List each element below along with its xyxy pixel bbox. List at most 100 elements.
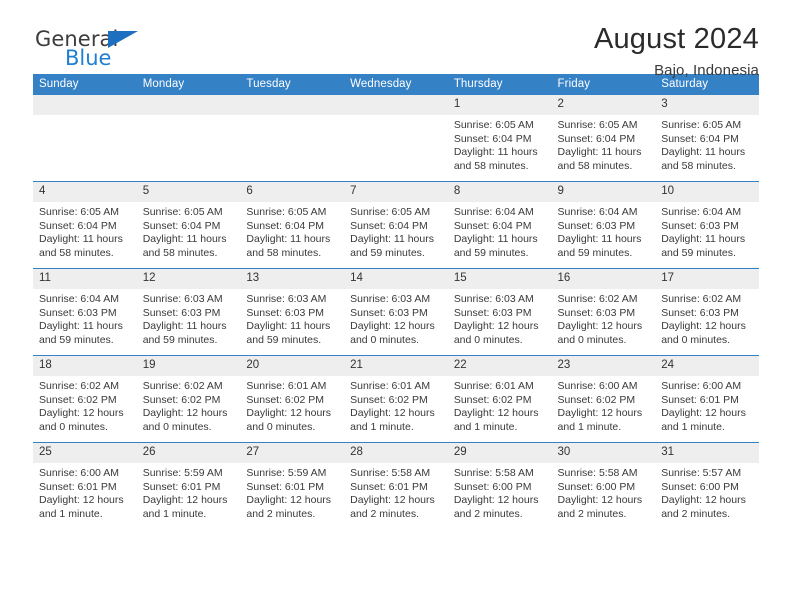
day-number bbox=[240, 95, 345, 115]
general-blue-logo[interactable]: General Blue bbox=[35, 28, 175, 74]
calendar-day-cell[interactable]: 9 Sunrise: 6:04 AM Sunset: 6:03 PM Daylight… bbox=[551, 181, 656, 269]
sunrise-text: Sunrise: 6:02 AM bbox=[142, 380, 223, 392]
day-number: 12 bbox=[136, 269, 241, 289]
day-details: Sunrise: 6:00 AM Sunset: 6:01 PM Daylight:… bbox=[33, 463, 137, 521]
sunset-text: Sunset: 6:00 PM bbox=[661, 480, 739, 493]
sunset-text: Sunset: 6:03 PM bbox=[557, 219, 636, 232]
day-number bbox=[33, 95, 137, 115]
sunrise-text: Sunrise: 5:57 AM bbox=[661, 467, 742, 479]
title-block: August 2024 Bajo, Indonesia bbox=[594, 22, 759, 81]
calendar-day-cell[interactable]: 30 Sunrise: 5:58 AM Sunset: 6:00 PM Dayligh… bbox=[551, 442, 656, 529]
day-details: Sunrise: 6:04 AM Sunset: 6:03 PM Daylight:… bbox=[655, 202, 759, 260]
sunset-text: Sunset: 6:02 PM bbox=[246, 393, 325, 406]
day-number: 15 bbox=[447, 269, 552, 289]
calendar-day-cell[interactable]: 16 Sunrise: 6:02 AM Sunset: 6:03 PM Dayligh… bbox=[551, 268, 656, 356]
daylight-text: Daylight: 12 hours and 0 minutes. bbox=[350, 320, 435, 346]
calendar-day-cell[interactable]: 14 Sunrise: 6:03 AM Sunset: 6:03 PM Dayligh… bbox=[344, 268, 448, 356]
calendar-day-cell[interactable]: 4 Sunrise: 6:05 AM Sunset: 6:04 PM Daylight… bbox=[33, 181, 137, 269]
sunset-text: Sunset: 6:03 PM bbox=[661, 219, 739, 232]
calendar-day-cell[interactable]: 15 Sunrise: 6:03 AM Sunset: 6:03 PM Dayligh… bbox=[447, 268, 552, 356]
calendar-day-cell[interactable]: 27 Sunrise: 5:59 AM Sunset: 6:01 PM Dayligh… bbox=[240, 442, 345, 529]
day-number bbox=[136, 95, 241, 115]
sunrise-text: Sunrise: 6:05 AM bbox=[39, 206, 119, 218]
calendar-day-cell[interactable]: 18 Sunrise: 6:02 AM Sunset: 6:02 PM Dayligh… bbox=[33, 355, 137, 443]
sunset-text: Sunset: 6:03 PM bbox=[453, 306, 532, 319]
sunset-text: Sunset: 6:02 PM bbox=[350, 393, 428, 406]
daylight-text: Daylight: 12 hours and 1 minute. bbox=[142, 494, 228, 520]
sunrise-text: Sunrise: 5:58 AM bbox=[557, 467, 638, 479]
calendar-day-cell[interactable]: 7 Sunrise: 6:05 AM Sunset: 6:04 PM Daylight… bbox=[344, 181, 448, 269]
calendar-day-cell[interactable]: 3 Sunrise: 6:05 AM Sunset: 6:04 PM Daylight… bbox=[655, 95, 759, 182]
calendar-day-cell[interactable]: 23 Sunrise: 6:00 AM Sunset: 6:02 PM Dayligh… bbox=[551, 355, 656, 443]
sunset-text: Sunset: 6:04 PM bbox=[350, 219, 428, 232]
calendar-day-cell[interactable]: 25 Sunrise: 6:00 AM Sunset: 6:01 PM Dayligh… bbox=[33, 442, 137, 529]
sunset-text: Sunset: 6:02 PM bbox=[39, 393, 117, 406]
day-details: Sunrise: 5:58 AM Sunset: 6:00 PM Daylight:… bbox=[448, 463, 552, 521]
day-details: Sunrise: 5:59 AM Sunset: 6:01 PM Daylight:… bbox=[137, 463, 241, 521]
day-number: 29 bbox=[447, 443, 552, 463]
daylight-text: Daylight: 12 hours and 0 minutes. bbox=[557, 320, 643, 346]
sunrise-text: Sunrise: 6:01 AM bbox=[453, 380, 534, 392]
sunset-text: Sunset: 6:00 PM bbox=[557, 480, 636, 493]
sunrise-text: Sunrise: 6:00 AM bbox=[661, 380, 742, 392]
calendar-day-cell[interactable]: 13 Sunrise: 6:03 AM Sunset: 6:03 PM Dayligh… bbox=[240, 268, 345, 356]
day-details: Sunrise: 6:01 AM Sunset: 6:02 PM Daylight:… bbox=[448, 376, 552, 434]
daylight-text: Daylight: 12 hours and 2 minutes. bbox=[246, 494, 332, 520]
calendar-week-row: 1 Sunrise: 6:05 AM Sunset: 6:04 PM Daylight… bbox=[33, 95, 759, 182]
daylight-text: Daylight: 12 hours and 0 minutes. bbox=[453, 320, 539, 346]
daylight-text: Daylight: 12 hours and 0 minutes. bbox=[142, 407, 228, 433]
sunrise-text: Sunrise: 6:04 AM bbox=[557, 206, 638, 218]
daylight-text: Daylight: 11 hours and 59 minutes. bbox=[557, 233, 642, 259]
day-details bbox=[344, 115, 448, 119]
calendar-day-cell[interactable]: 24 Sunrise: 6:00 AM Sunset: 6:01 PM Dayligh… bbox=[655, 355, 759, 443]
calendar-day-cell[interactable]: 6 Sunrise: 6:05 AM Sunset: 6:04 PM Daylight… bbox=[240, 181, 345, 269]
daylight-text: Daylight: 12 hours and 2 minutes. bbox=[350, 494, 435, 520]
calendar-day-cell[interactable]: 31 Sunrise: 5:57 AM Sunset: 6:00 PM Dayligh… bbox=[655, 442, 759, 529]
sunrise-text: Sunrise: 5:59 AM bbox=[246, 467, 327, 479]
calendar-page: General Blue August 2024 Bajo, Indonesia… bbox=[0, 0, 792, 612]
calendar-week-row: 11 Sunrise: 6:04 AM Sunset: 6:03 PM Dayligh… bbox=[33, 268, 759, 356]
day-number: 10 bbox=[655, 182, 759, 202]
calendar-day-cell[interactable]: 21 Sunrise: 6:01 AM Sunset: 6:02 PM Dayligh… bbox=[344, 355, 448, 443]
sunrise-text: Sunrise: 6:01 AM bbox=[350, 380, 431, 392]
calendar-day-cell[interactable]: 5 Sunrise: 6:05 AM Sunset: 6:04 PM Daylight… bbox=[136, 181, 241, 269]
calendar-day-cell[interactable]: 29 Sunrise: 5:58 AM Sunset: 6:00 PM Dayligh… bbox=[447, 442, 552, 529]
calendar-day-cell[interactable]: 19 Sunrise: 6:02 AM Sunset: 6:02 PM Dayligh… bbox=[136, 355, 241, 443]
sunrise-text: Sunrise: 5:59 AM bbox=[142, 467, 223, 479]
sunrise-text: Sunrise: 6:02 AM bbox=[557, 293, 638, 305]
day-details: Sunrise: 6:05 AM Sunset: 6:04 PM Daylight:… bbox=[552, 115, 656, 173]
calendar-day-cell[interactable]: 26 Sunrise: 5:59 AM Sunset: 6:01 PM Dayligh… bbox=[136, 442, 241, 529]
logo-text-blue: Blue bbox=[65, 46, 112, 70]
day-details: Sunrise: 6:02 AM Sunset: 6:03 PM Daylight:… bbox=[655, 289, 759, 347]
sunset-text: Sunset: 6:02 PM bbox=[453, 393, 532, 406]
day-details: Sunrise: 5:58 AM Sunset: 6:01 PM Daylight:… bbox=[344, 463, 448, 521]
calendar-day-cell[interactable]: 10 Sunrise: 6:04 AM Sunset: 6:03 PM Dayligh… bbox=[655, 181, 759, 269]
daylight-text: Daylight: 11 hours and 59 minutes. bbox=[142, 320, 227, 346]
daylight-text: Daylight: 12 hours and 0 minutes. bbox=[246, 407, 332, 433]
daylight-text: Daylight: 11 hours and 58 minutes. bbox=[39, 233, 123, 259]
sunset-text: Sunset: 6:01 PM bbox=[350, 480, 428, 493]
day-details: Sunrise: 6:05 AM Sunset: 6:04 PM Daylight:… bbox=[137, 202, 241, 260]
daylight-text: Daylight: 11 hours and 58 minutes. bbox=[142, 233, 227, 259]
calendar-day-cell[interactable]: 1 Sunrise: 6:05 AM Sunset: 6:04 PM Daylight… bbox=[447, 95, 552, 182]
calendar-day-cell[interactable]: 11 Sunrise: 6:04 AM Sunset: 6:03 PM Dayligh… bbox=[33, 268, 137, 356]
daylight-text: Daylight: 12 hours and 1 minute. bbox=[39, 494, 124, 520]
calendar-day-cell[interactable]: 20 Sunrise: 6:01 AM Sunset: 6:02 PM Dayligh… bbox=[240, 355, 345, 443]
calendar-cell-empty bbox=[344, 95, 448, 182]
weekday-header-sunday: Sunday bbox=[33, 74, 137, 95]
day-number: 1 bbox=[447, 95, 552, 115]
calendar-week-row: 18 Sunrise: 6:02 AM Sunset: 6:02 PM Dayligh… bbox=[33, 355, 759, 443]
day-number: 5 bbox=[136, 182, 241, 202]
day-number: 25 bbox=[33, 443, 137, 463]
day-number: 27 bbox=[240, 443, 345, 463]
calendar-day-cell[interactable]: 12 Sunrise: 6:03 AM Sunset: 6:03 PM Dayligh… bbox=[136, 268, 241, 356]
calendar-day-cell[interactable]: 2 Sunrise: 6:05 AM Sunset: 6:04 PM Daylight… bbox=[551, 95, 656, 182]
day-number: 3 bbox=[655, 95, 759, 115]
calendar-day-cell[interactable]: 28 Sunrise: 5:58 AM Sunset: 6:01 PM Dayligh… bbox=[344, 442, 448, 529]
calendar-day-cell[interactable]: 17 Sunrise: 6:02 AM Sunset: 6:03 PM Dayligh… bbox=[655, 268, 759, 356]
sunset-text: Sunset: 6:01 PM bbox=[661, 393, 739, 406]
calendar-day-cell[interactable]: 22 Sunrise: 6:01 AM Sunset: 6:02 PM Dayligh… bbox=[447, 355, 552, 443]
calendar-day-cell[interactable]: 8 Sunrise: 6:04 AM Sunset: 6:04 PM Daylight… bbox=[447, 181, 552, 269]
day-number: 14 bbox=[344, 269, 448, 289]
sunset-text: Sunset: 6:04 PM bbox=[453, 219, 532, 232]
